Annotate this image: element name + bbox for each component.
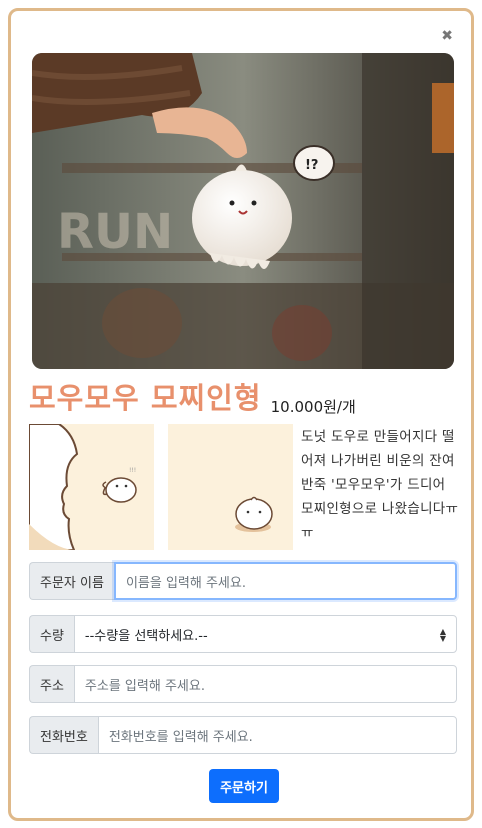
product-title: 모우모우 모찌인형 <box>29 381 262 415</box>
quantity-input-group: 수량 --수량을 선택하세요.-- ▲ ▼ <box>29 615 457 653</box>
address-input-group: 주소 주소를 입력해 주세요. <box>29 665 457 703</box>
product-price: 10.000원/개 <box>270 398 356 416</box>
product-photo: RUN !? <box>32 53 454 369</box>
address-input[interactable]: 주소를 입력해 주세요. <box>73 665 457 703</box>
quantity-label: 수량 <box>29 615 74 653</box>
phone-input[interactable]: 전화번호를 입력해 주세요. <box>97 716 457 754</box>
phone-input-group: 전화번호 전화번호를 입력해 주세요. <box>29 716 457 754</box>
quantity-selected-value: --수량을 선택하세요.-- <box>84 628 208 644</box>
product-description: 도넛 도우로 만들어지다 떨어져 나가버린 비운의 잔여반죽 '모우모우'가 드… <box>301 429 459 541</box>
phone-placeholder: 전화번호를 입력해 주세요. <box>108 729 253 745</box>
address-placeholder: 주소를 입력해 주세요. <box>84 678 205 694</box>
svg-text:!!!: !!! <box>129 467 136 474</box>
bubble-text: !? <box>305 158 318 173</box>
illustration-thumbnail-2 <box>168 424 293 550</box>
order-modal: ✖ RUN !? 모우모우 모찌인형 10.000원/개 !!! 도넛 도우로 … <box>8 8 474 821</box>
close-icon[interactable]: ✖ <box>441 29 453 43</box>
address-label: 주소 <box>29 665 74 703</box>
product-title-row: 모우모우 모찌인형 10.000원/개 <box>29 375 459 419</box>
name-placeholder: 이름을 입력해 주세요. <box>125 575 246 591</box>
name-input-group: 주문자 이름 이름을 입력해 주세요. <box>29 562 457 600</box>
phone-label: 전화번호 <box>29 716 98 754</box>
sort-arrows-icon: ▲ ▼ <box>439 627 446 643</box>
illustration-thumbnail-1: !!! <box>29 424 154 550</box>
name-input[interactable]: 이름을 입력해 주세요. <box>113 562 457 600</box>
svg-text:RUN: RUN <box>57 204 173 260</box>
order-submit-button[interactable]: 주문하기 <box>209 769 279 803</box>
name-label: 주문자 이름 <box>29 562 114 600</box>
quantity-select[interactable]: --수량을 선택하세요.-- ▲ ▼ <box>73 615 457 653</box>
